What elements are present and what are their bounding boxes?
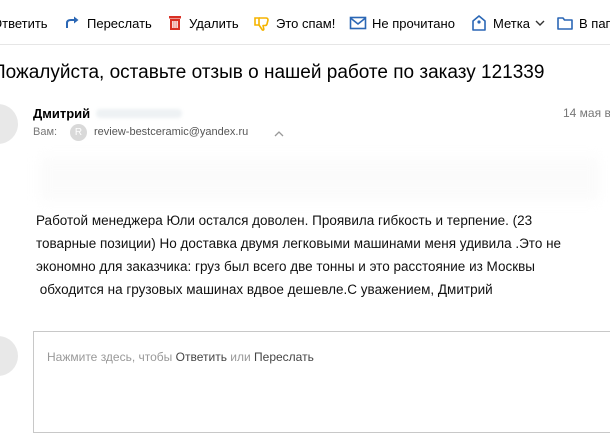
forward-label: Переслать	[87, 15, 152, 31]
sender-name[interactable]: Дмитрий	[33, 106, 90, 121]
forward-link[interactable]: Переслать	[254, 350, 314, 364]
thumbs-down-icon	[253, 14, 271, 32]
sender-avatar[interactable]	[0, 104, 18, 144]
label-button[interactable]: Метка	[470, 13, 545, 33]
message-toolbar: Ответить Переслать Удалить Это спам! Не …	[0, 0, 610, 45]
chevron-down-icon	[535, 16, 545, 31]
folder-icon	[556, 14, 574, 32]
spam-label: Это спам!	[276, 15, 336, 31]
forward-button[interactable]: Переслать	[64, 13, 152, 33]
user-avatar	[0, 336, 18, 376]
unread-button[interactable]: Не прочитано	[349, 13, 455, 33]
recipient-label: Вам:	[33, 126, 58, 138]
envelope-icon	[349, 14, 367, 32]
prompt-or: или	[226, 350, 255, 364]
forward-arrow-icon	[64, 14, 82, 32]
trash-icon	[166, 14, 184, 32]
body-line: обходится на грузовых машинах вдвое деше…	[36, 282, 493, 297]
prompt-text: Нажмите здесь, чтобы	[47, 350, 176, 364]
reply-link[interactable]: Ответить	[176, 350, 227, 364]
label-label: Метка	[493, 15, 530, 31]
body-line: товарные позиции) Но доставка двумя легк…	[36, 236, 562, 251]
message-subject: Пожалуйста, оставьте отзыв о нашей работ…	[0, 62, 545, 83]
unread-label: Не прочитано	[372, 15, 455, 31]
tag-icon	[470, 14, 488, 32]
reply-label: Ответить	[0, 15, 48, 31]
folder-label: В папку	[579, 15, 610, 31]
delete-label: Удалить	[189, 15, 239, 31]
reply-button[interactable]: Ответить	[0, 13, 48, 33]
chevron-up-icon[interactable]	[274, 126, 284, 137]
body-line: Работой менеджера Юли остался доволен. П…	[36, 213, 533, 228]
recipient-avatar: R	[70, 124, 87, 141]
redacted-area	[40, 158, 600, 200]
move-to-folder-button[interactable]: В папку	[556, 13, 610, 33]
body-line: экономно для заказчика: груз был всего д…	[36, 259, 535, 274]
message-body: Работой менеджера Юли остался доволен. П…	[36, 209, 610, 301]
quick-reply-prompt: Нажмите здесь, чтобы Ответить или Пересл…	[47, 350, 314, 364]
spam-button[interactable]: Это спам!	[253, 13, 335, 33]
delete-button[interactable]: Удалить	[166, 13, 239, 33]
sender-email-redacted	[96, 109, 182, 118]
recipient-email[interactable]: review-bestceramic@yandex.ru	[94, 126, 248, 138]
quick-reply-box[interactable]: Нажмите здесь, чтобы Ответить или Пересл…	[33, 331, 610, 433]
message-date: 14 мая в	[563, 106, 610, 120]
